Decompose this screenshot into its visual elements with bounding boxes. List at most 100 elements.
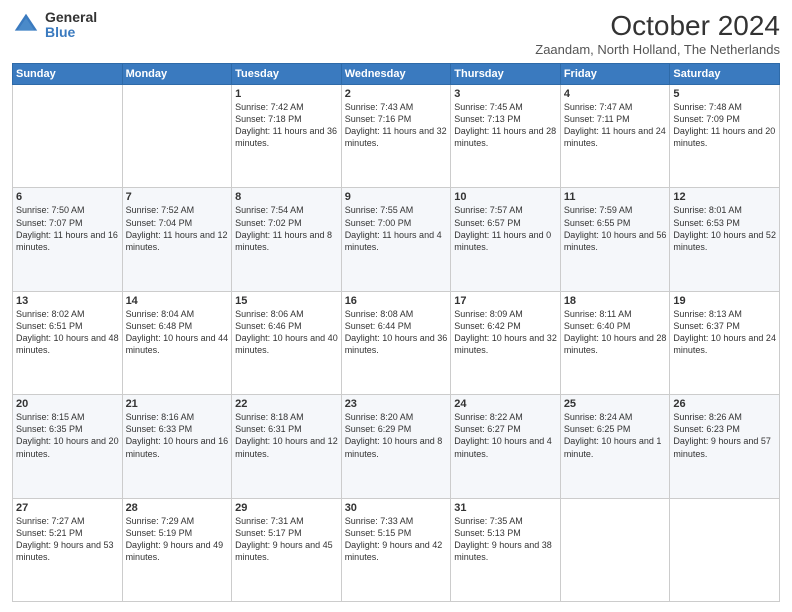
day-info: Sunrise: 7:55 AM Sunset: 7:00 PM Dayligh… xyxy=(345,204,448,253)
day-info: Sunrise: 8:01 AM Sunset: 6:53 PM Dayligh… xyxy=(673,204,776,253)
col-friday: Friday xyxy=(560,64,670,85)
day-number: 6 xyxy=(16,191,119,203)
day-number: 7 xyxy=(126,191,229,203)
calendar-cell: 17Sunrise: 8:09 AM Sunset: 6:42 PM Dayli… xyxy=(451,291,561,394)
calendar-cell: 20Sunrise: 8:15 AM Sunset: 6:35 PM Dayli… xyxy=(13,395,123,498)
calendar-table: Sunday Monday Tuesday Wednesday Thursday… xyxy=(12,63,780,602)
day-number: 26 xyxy=(673,398,776,410)
title-block: October 2024 Zaandam, North Holland, The… xyxy=(535,10,780,57)
day-number: 21 xyxy=(126,398,229,410)
day-info: Sunrise: 8:26 AM Sunset: 6:23 PM Dayligh… xyxy=(673,411,776,460)
calendar-week-2: 6Sunrise: 7:50 AM Sunset: 7:07 PM Daylig… xyxy=(13,188,780,291)
calendar-cell: 26Sunrise: 8:26 AM Sunset: 6:23 PM Dayli… xyxy=(670,395,780,498)
col-saturday: Saturday xyxy=(670,64,780,85)
day-info: Sunrise: 7:33 AM Sunset: 5:15 PM Dayligh… xyxy=(345,515,448,564)
header: General Blue October 2024 Zaandam, North… xyxy=(12,10,780,57)
day-number: 31 xyxy=(454,502,557,514)
calendar-cell xyxy=(122,85,232,188)
calendar-cell: 8Sunrise: 7:54 AM Sunset: 7:02 PM Daylig… xyxy=(232,188,342,291)
col-tuesday: Tuesday xyxy=(232,64,342,85)
day-info: Sunrise: 7:31 AM Sunset: 5:17 PM Dayligh… xyxy=(235,515,338,564)
day-info: Sunrise: 7:43 AM Sunset: 7:16 PM Dayligh… xyxy=(345,101,448,150)
day-info: Sunrise: 7:52 AM Sunset: 7:04 PM Dayligh… xyxy=(126,204,229,253)
day-info: Sunrise: 8:24 AM Sunset: 6:25 PM Dayligh… xyxy=(564,411,667,460)
day-info: Sunrise: 8:13 AM Sunset: 6:37 PM Dayligh… xyxy=(673,308,776,357)
day-info: Sunrise: 8:15 AM Sunset: 6:35 PM Dayligh… xyxy=(16,411,119,460)
day-info: Sunrise: 7:27 AM Sunset: 5:21 PM Dayligh… xyxy=(16,515,119,564)
day-info: Sunrise: 7:50 AM Sunset: 7:07 PM Dayligh… xyxy=(16,204,119,253)
col-thursday: Thursday xyxy=(451,64,561,85)
day-number: 10 xyxy=(454,191,557,203)
calendar-cell: 22Sunrise: 8:18 AM Sunset: 6:31 PM Dayli… xyxy=(232,395,342,498)
logo-blue-label: Blue xyxy=(45,25,97,40)
day-number: 15 xyxy=(235,295,338,307)
calendar-week-3: 13Sunrise: 8:02 AM Sunset: 6:51 PM Dayli… xyxy=(13,291,780,394)
day-number: 16 xyxy=(345,295,448,307)
day-number: 4 xyxy=(564,88,667,100)
day-number: 2 xyxy=(345,88,448,100)
day-number: 27 xyxy=(16,502,119,514)
day-number: 23 xyxy=(345,398,448,410)
logo-text: General Blue xyxy=(45,10,97,41)
day-info: Sunrise: 8:18 AM Sunset: 6:31 PM Dayligh… xyxy=(235,411,338,460)
day-number: 13 xyxy=(16,295,119,307)
day-info: Sunrise: 7:29 AM Sunset: 5:19 PM Dayligh… xyxy=(126,515,229,564)
day-info: Sunrise: 8:08 AM Sunset: 6:44 PM Dayligh… xyxy=(345,308,448,357)
calendar-cell: 4Sunrise: 7:47 AM Sunset: 7:11 PM Daylig… xyxy=(560,85,670,188)
day-number: 14 xyxy=(126,295,229,307)
calendar-cell: 11Sunrise: 7:59 AM Sunset: 6:55 PM Dayli… xyxy=(560,188,670,291)
calendar-cell: 19Sunrise: 8:13 AM Sunset: 6:37 PM Dayli… xyxy=(670,291,780,394)
calendar-cell: 6Sunrise: 7:50 AM Sunset: 7:07 PM Daylig… xyxy=(13,188,123,291)
day-number: 20 xyxy=(16,398,119,410)
day-info: Sunrise: 8:06 AM Sunset: 6:46 PM Dayligh… xyxy=(235,308,338,357)
day-number: 3 xyxy=(454,88,557,100)
day-info: Sunrise: 7:59 AM Sunset: 6:55 PM Dayligh… xyxy=(564,204,667,253)
col-wednesday: Wednesday xyxy=(341,64,451,85)
day-number: 24 xyxy=(454,398,557,410)
calendar-cell: 29Sunrise: 7:31 AM Sunset: 5:17 PM Dayli… xyxy=(232,498,342,601)
calendar-cell: 28Sunrise: 7:29 AM Sunset: 5:19 PM Dayli… xyxy=(122,498,232,601)
day-number: 30 xyxy=(345,502,448,514)
day-info: Sunrise: 8:11 AM Sunset: 6:40 PM Dayligh… xyxy=(564,308,667,357)
day-number: 29 xyxy=(235,502,338,514)
calendar-cell: 1Sunrise: 7:42 AM Sunset: 7:18 PM Daylig… xyxy=(232,85,342,188)
logo-icon xyxy=(12,11,40,39)
day-number: 8 xyxy=(235,191,338,203)
day-info: Sunrise: 7:54 AM Sunset: 7:02 PM Dayligh… xyxy=(235,204,338,253)
calendar-cell: 24Sunrise: 8:22 AM Sunset: 6:27 PM Dayli… xyxy=(451,395,561,498)
day-info: Sunrise: 7:48 AM Sunset: 7:09 PM Dayligh… xyxy=(673,101,776,150)
calendar-cell: 5Sunrise: 7:48 AM Sunset: 7:09 PM Daylig… xyxy=(670,85,780,188)
calendar-cell: 10Sunrise: 7:57 AM Sunset: 6:57 PM Dayli… xyxy=(451,188,561,291)
calendar-cell: 21Sunrise: 8:16 AM Sunset: 6:33 PM Dayli… xyxy=(122,395,232,498)
logo: General Blue xyxy=(12,10,97,41)
calendar-cell: 9Sunrise: 7:55 AM Sunset: 7:00 PM Daylig… xyxy=(341,188,451,291)
day-info: Sunrise: 7:47 AM Sunset: 7:11 PM Dayligh… xyxy=(564,101,667,150)
calendar-cell: 12Sunrise: 8:01 AM Sunset: 6:53 PM Dayli… xyxy=(670,188,780,291)
day-number: 1 xyxy=(235,88,338,100)
calendar-cell: 13Sunrise: 8:02 AM Sunset: 6:51 PM Dayli… xyxy=(13,291,123,394)
calendar-cell: 31Sunrise: 7:35 AM Sunset: 5:13 PM Dayli… xyxy=(451,498,561,601)
calendar-cell xyxy=(13,85,123,188)
calendar-week-5: 27Sunrise: 7:27 AM Sunset: 5:21 PM Dayli… xyxy=(13,498,780,601)
calendar-cell: 7Sunrise: 7:52 AM Sunset: 7:04 PM Daylig… xyxy=(122,188,232,291)
day-info: Sunrise: 8:02 AM Sunset: 6:51 PM Dayligh… xyxy=(16,308,119,357)
day-number: 19 xyxy=(673,295,776,307)
calendar-week-4: 20Sunrise: 8:15 AM Sunset: 6:35 PM Dayli… xyxy=(13,395,780,498)
day-number: 12 xyxy=(673,191,776,203)
calendar-cell xyxy=(560,498,670,601)
day-number: 18 xyxy=(564,295,667,307)
day-info: Sunrise: 7:35 AM Sunset: 5:13 PM Dayligh… xyxy=(454,515,557,564)
calendar-header-row: Sunday Monday Tuesday Wednesday Thursday… xyxy=(13,64,780,85)
calendar-cell: 2Sunrise: 7:43 AM Sunset: 7:16 PM Daylig… xyxy=(341,85,451,188)
page: General Blue October 2024 Zaandam, North… xyxy=(0,0,792,612)
calendar-cell: 25Sunrise: 8:24 AM Sunset: 6:25 PM Dayli… xyxy=(560,395,670,498)
day-info: Sunrise: 8:20 AM Sunset: 6:29 PM Dayligh… xyxy=(345,411,448,460)
day-number: 17 xyxy=(454,295,557,307)
location: Zaandam, North Holland, The Netherlands xyxy=(535,42,780,57)
month-title: October 2024 xyxy=(535,10,780,42)
day-number: 22 xyxy=(235,398,338,410)
day-number: 28 xyxy=(126,502,229,514)
calendar-cell: 16Sunrise: 8:08 AM Sunset: 6:44 PM Dayli… xyxy=(341,291,451,394)
day-number: 5 xyxy=(673,88,776,100)
day-info: Sunrise: 8:04 AM Sunset: 6:48 PM Dayligh… xyxy=(126,308,229,357)
